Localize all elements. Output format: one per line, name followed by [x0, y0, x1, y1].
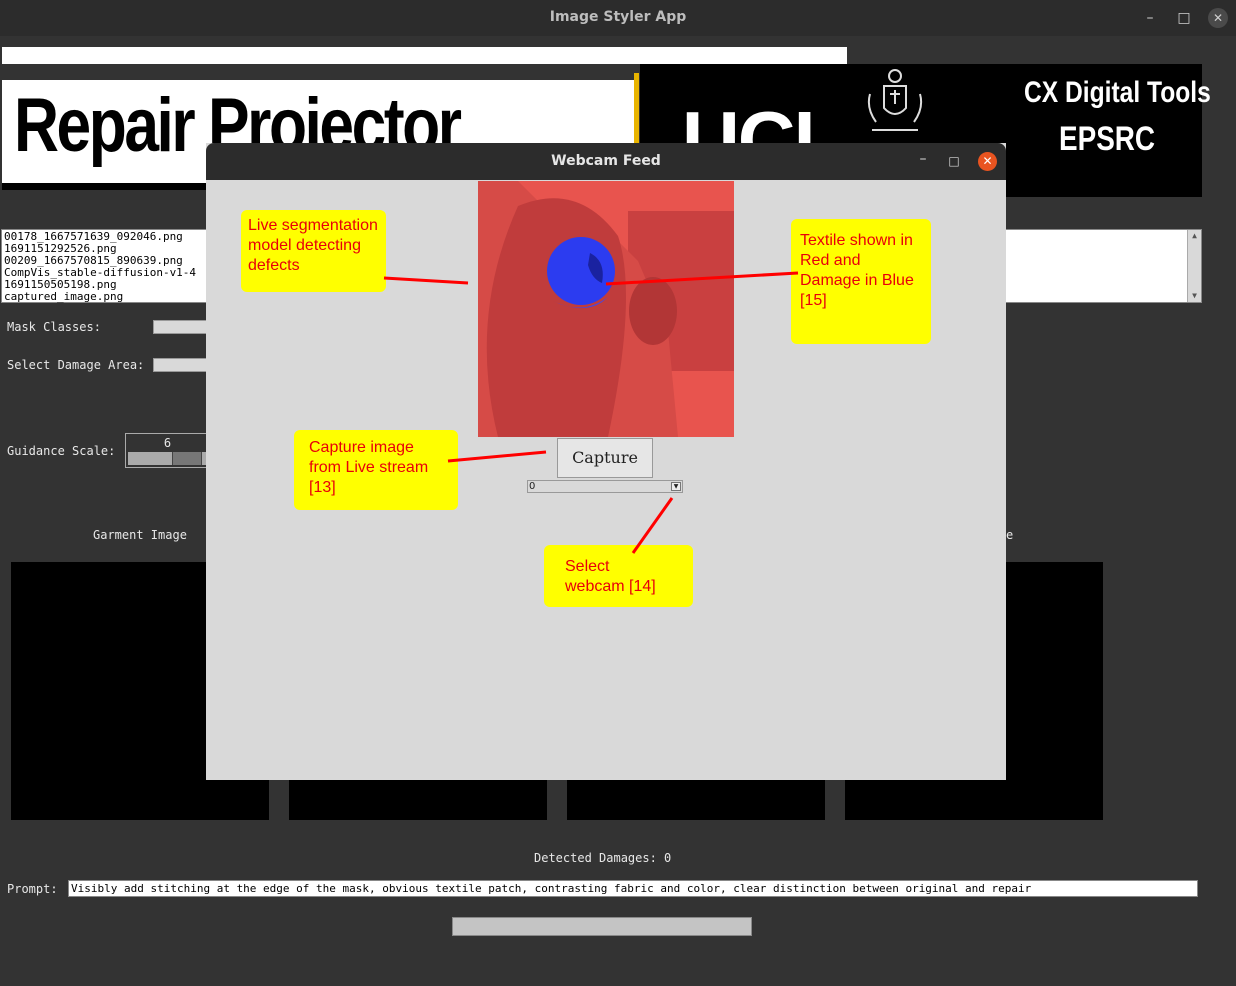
banner-top-strip	[2, 47, 847, 64]
scroll-down-icon[interactable]: ▼	[1188, 290, 1201, 302]
webcam-feed-image	[478, 181, 734, 437]
detected-damages-label: Detected Damages: 0	[534, 851, 672, 865]
garment-image-label: Garment Image	[93, 528, 187, 542]
epsrc-title: EPSRC	[1059, 120, 1156, 158]
prompt-input[interactable]: Visibly add stitching at the edge of the…	[68, 880, 1198, 897]
result-image-label: e	[1006, 528, 1014, 542]
prompt-label: Prompt:	[7, 882, 58, 896]
capture-button[interactable]: Capture	[557, 438, 653, 478]
annotation-webcam: Select webcam [14]	[544, 545, 693, 607]
slider-handle[interactable]	[172, 452, 202, 465]
scroll-up-icon[interactable]: ▲	[1188, 230, 1201, 242]
close-icon[interactable]: ✕	[978, 152, 997, 171]
close-icon[interactable]: ✕	[1208, 8, 1228, 28]
webcam-select[interactable]: 0 ▼	[527, 480, 683, 493]
list-scrollbar[interactable]: ▲ ▼	[1187, 230, 1201, 302]
damage-area-label: Select Damage Area:	[7, 358, 145, 372]
annotation-capture: Capture image from Live stream [13]	[294, 430, 458, 510]
guidance-scale-value: 6	[163, 436, 172, 450]
cx-digital-tools-title: CX Digital Tools	[1024, 76, 1211, 109]
chevron-down-icon[interactable]: ▼	[671, 482, 681, 491]
webcam-title-bar: Webcam Feed – □ ✕	[206, 143, 1006, 180]
list-item[interactable]: captured_image.png	[4, 291, 123, 303]
guidance-scale-label: Guidance Scale:	[7, 444, 116, 458]
webcam-select-value: 0	[529, 481, 536, 492]
mask-classes-label: Mask Classes:	[7, 320, 101, 334]
annotation-line	[447, 450, 547, 463]
webcam-dialog: Webcam Feed – □ ✕ Capture 0 ▼ Live segme…	[206, 143, 1006, 780]
slider-trough[interactable]	[128, 452, 206, 465]
guidance-scale-slider[interactable]: 6	[125, 433, 210, 468]
progress-bar	[452, 917, 752, 936]
annotation-line	[383, 276, 469, 285]
minimize-icon[interactable]: –	[1140, 8, 1160, 28]
window-title: Image Styler App	[549, 9, 687, 25]
minimize-icon[interactable]: –	[913, 151, 933, 171]
annotation-segmentation: Live segmentation model detecting defect…	[241, 210, 386, 292]
maximize-icon[interactable]: □	[944, 151, 964, 171]
main-title-bar: Image Styler App – □ ✕	[0, 0, 1236, 36]
annotation-textile: Textile shown in Red and Damage in Blue …	[791, 219, 931, 344]
crest-icon	[867, 69, 923, 131]
webcam-title: Webcam Feed	[551, 153, 661, 169]
maximize-icon[interactable]: □	[1174, 8, 1194, 28]
